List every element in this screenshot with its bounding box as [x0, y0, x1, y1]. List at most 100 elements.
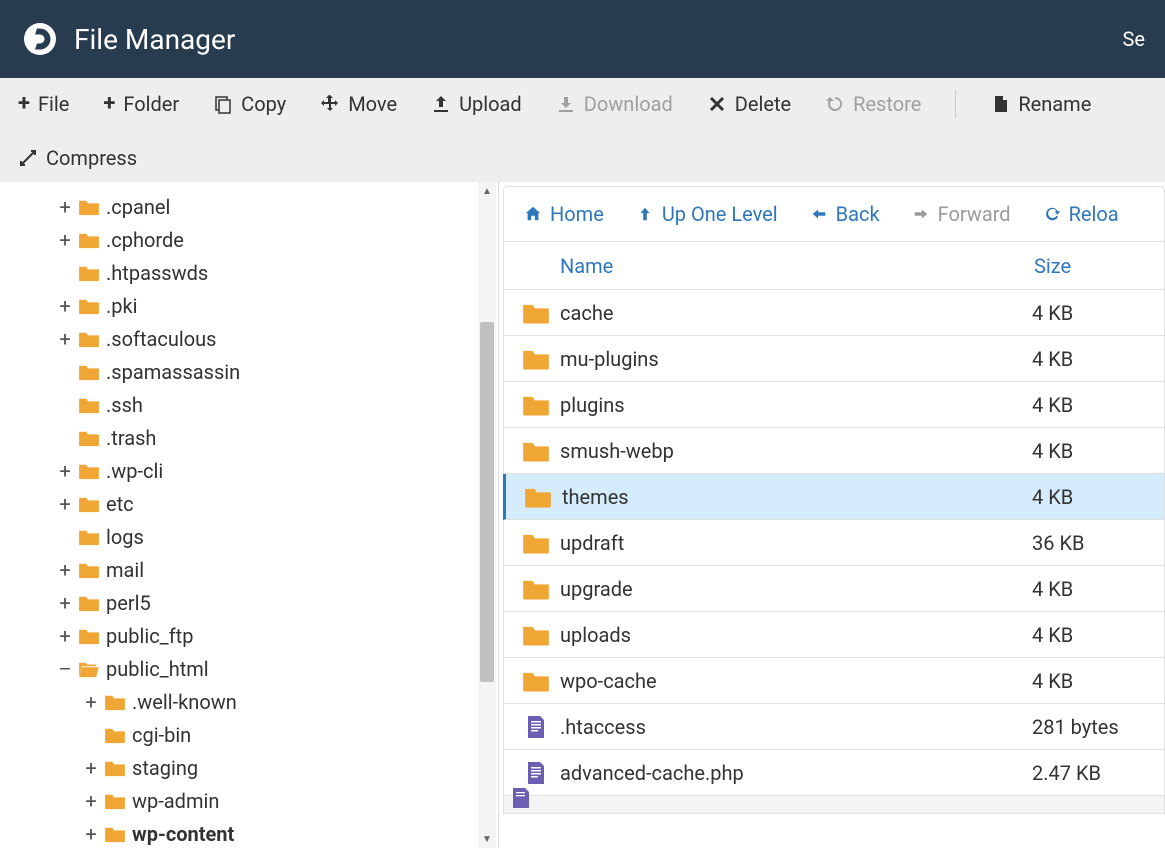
- expand-toggle[interactable]: +: [56, 195, 74, 219]
- folder-icon: [78, 627, 100, 645]
- file-label: File: [38, 92, 69, 116]
- copy-button[interactable]: Copy: [213, 90, 286, 118]
- back-button[interactable]: Back: [810, 202, 880, 226]
- delete-button[interactable]: Delete: [707, 90, 791, 118]
- move-button[interactable]: Move: [320, 90, 397, 118]
- expand-toggle[interactable]: +: [82, 756, 100, 780]
- delete-label: Delete: [735, 92, 791, 116]
- tree-item[interactable]: +public_ftp: [0, 619, 498, 652]
- tree-item-label: wp-content: [132, 822, 234, 846]
- expand-toggle[interactable]: +: [82, 822, 100, 846]
- file-row[interactable]: cache4 KB: [503, 290, 1165, 336]
- folder-button[interactable]: + Folder: [103, 90, 179, 118]
- expand-toggle[interactable]: +: [56, 591, 74, 615]
- tree-item-label: .wp-cli: [106, 459, 163, 483]
- expand-toggle[interactable]: +: [82, 690, 100, 714]
- tree-item[interactable]: +wp-admin: [0, 784, 498, 817]
- tree-item[interactable]: +perl5: [0, 586, 498, 619]
- tree-item[interactable]: + wp-content: [0, 817, 498, 848]
- home-button[interactable]: Home: [524, 202, 604, 226]
- expand-toggle[interactable]: +: [56, 492, 74, 516]
- tree-item[interactable]: .htpasswds: [0, 256, 498, 289]
- tree-item[interactable]: cgi-bin: [0, 718, 498, 751]
- forward-label: Forward: [938, 202, 1011, 226]
- file-button[interactable]: + File: [18, 90, 69, 118]
- home-label: Home: [550, 202, 604, 226]
- rename-button[interactable]: Rename: [990, 90, 1091, 118]
- download-label: Download: [584, 92, 673, 116]
- file-row[interactable]: .htaccess281 bytes: [503, 704, 1165, 750]
- file-row[interactable]: advanced-cache.php2.47 KB: [503, 750, 1165, 796]
- file-row[interactable]: uploads4 KB: [503, 612, 1165, 658]
- folder-icon: [78, 495, 100, 513]
- toolbar: + File + Folder Copy Move Upload Downloa…: [0, 78, 1165, 182]
- file-name: mu-plugins: [560, 347, 1032, 371]
- column-name[interactable]: Name: [560, 254, 1034, 278]
- file-row[interactable]: smush-webp4 KB: [503, 428, 1165, 474]
- expand-toggle[interactable]: +: [56, 459, 74, 483]
- file-row[interactable]: updraft36 KB: [503, 520, 1165, 566]
- folder-open-icon: [78, 660, 100, 678]
- nav-row: Home Up One Level Back Forward Reloa: [503, 186, 1165, 242]
- forward-button[interactable]: Forward: [912, 202, 1011, 226]
- tree-item[interactable]: +mail: [0, 553, 498, 586]
- compress-button[interactable]: Compress: [18, 146, 1147, 170]
- tree-scrollbar[interactable]: ▲ ▼: [478, 182, 496, 848]
- download-button[interactable]: Download: [556, 90, 673, 118]
- tree-item[interactable]: .ssh: [0, 388, 498, 421]
- delete-icon: [707, 94, 727, 114]
- upload-label: Upload: [459, 92, 522, 116]
- plus-icon: +: [103, 93, 115, 115]
- file-row[interactable]: mu-plugins4 KB: [503, 336, 1165, 382]
- move-label: Move: [348, 92, 397, 116]
- file-row[interactable]: wpo-cache4 KB: [503, 658, 1165, 704]
- copy-label: Copy: [241, 92, 286, 116]
- expand-toggle[interactable]: +: [56, 228, 74, 252]
- reload-label: Reloa: [1069, 202, 1119, 226]
- file-row[interactable]: upgrade4 KB: [503, 566, 1165, 612]
- expand-toggle[interactable]: +: [82, 789, 100, 813]
- tree-item-label: .spamassassin: [106, 360, 240, 384]
- tree-item[interactable]: + .wp-cli: [0, 454, 498, 487]
- tree-item[interactable]: +.pki: [0, 289, 498, 322]
- tree-item[interactable]: .spamassassin: [0, 355, 498, 388]
- expand-toggle[interactable]: +: [56, 624, 74, 648]
- tree-item[interactable]: +etc: [0, 487, 498, 520]
- tree-item[interactable]: –public_html: [0, 652, 498, 685]
- file-row[interactable]: plugins4 KB: [503, 382, 1165, 428]
- horizontal-scrollbar[interactable]: [503, 796, 1165, 814]
- scroll-down-icon[interactable]: ▼: [478, 830, 496, 848]
- upload-button[interactable]: Upload: [431, 90, 522, 118]
- header-bar: File Manager Se: [0, 0, 1165, 78]
- tree-item[interactable]: +.cpanel: [0, 190, 498, 223]
- file-icon: [504, 761, 560, 785]
- up-button[interactable]: Up One Level: [636, 202, 778, 226]
- cpanel-icon: [20, 19, 60, 59]
- folder-icon: [104, 693, 126, 711]
- restore-button[interactable]: Restore: [825, 90, 921, 118]
- file-row[interactable]: themes4 KB: [503, 474, 1165, 520]
- rename-label: Rename: [1018, 92, 1091, 116]
- back-arrow-icon: [810, 205, 828, 223]
- expand-toggle[interactable]: –: [56, 657, 74, 681]
- expand-toggle[interactable]: +: [56, 294, 74, 318]
- scroll-thumb[interactable]: [480, 322, 494, 682]
- content-panel: Home Up One Level Back Forward Reloa Nam…: [498, 182, 1165, 848]
- tree-item[interactable]: +staging: [0, 751, 498, 784]
- divider: [955, 90, 956, 118]
- expand-toggle[interactable]: +: [56, 558, 74, 582]
- folder-icon: [504, 623, 560, 647]
- tree-item[interactable]: logs: [0, 520, 498, 553]
- expand-toggle[interactable]: +: [56, 327, 74, 351]
- reload-button[interactable]: Reloa: [1043, 202, 1119, 226]
- download-icon: [556, 94, 576, 114]
- tree-item[interactable]: .trash: [0, 421, 498, 454]
- tree-item[interactable]: +.cphorde: [0, 223, 498, 256]
- header-right-text[interactable]: Se: [1123, 27, 1145, 51]
- tree-item[interactable]: +.softaculous: [0, 322, 498, 355]
- file-name: .htaccess: [560, 715, 1032, 739]
- tree-item[interactable]: +.well-known: [0, 685, 498, 718]
- folder-icon: [78, 198, 100, 216]
- column-size[interactable]: Size: [1034, 254, 1164, 278]
- scroll-up-icon[interactable]: ▲: [478, 182, 496, 200]
